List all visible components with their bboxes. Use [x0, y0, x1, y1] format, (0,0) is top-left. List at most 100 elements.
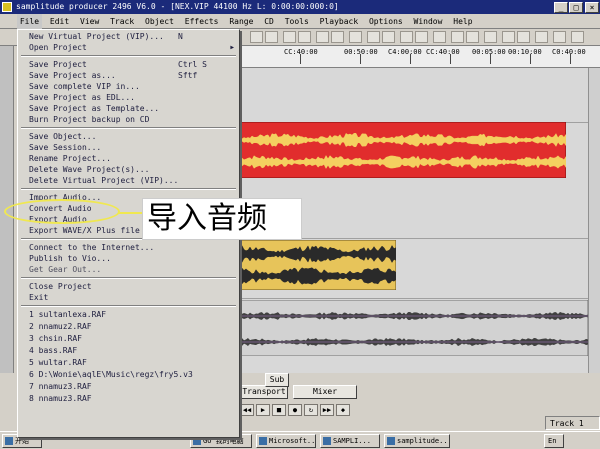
- toolbar-button-4[interactable]: [298, 31, 311, 43]
- taskbar-item[interactable]: SAMPLI...: [320, 434, 380, 448]
- toolbar-button-14[interactable]: [466, 31, 479, 43]
- menu-item-recent-7[interactable]: 7 nnamuz3.RAF: [18, 382, 239, 392]
- sub-button[interactable]: Sub: [265, 373, 289, 387]
- menu-help[interactable]: Help: [450, 14, 475, 29]
- menu-item-recent-1[interactable]: 1 sultanlexa.RAF: [18, 310, 239, 320]
- menu-file[interactable]: File: [16, 14, 43, 29]
- ruler-tick: [450, 54, 451, 64]
- ruler-label: 00:05:00: [472, 48, 506, 56]
- highlight-ellipse: [4, 199, 120, 224]
- menu-options[interactable]: Options: [366, 14, 406, 29]
- menu-item-save-complete-vip[interactable]: Save complete VIP in...: [18, 82, 239, 92]
- toolbar-button-8[interactable]: [367, 31, 380, 43]
- toolbar-button-3[interactable]: [283, 31, 296, 43]
- ruler-tick: [530, 54, 531, 64]
- menu-edit[interactable]: Edit: [47, 14, 72, 29]
- mixer-button[interactable]: Mixer: [293, 385, 357, 399]
- menu-item-recent-3[interactable]: 3 chsin.RAF: [18, 334, 239, 344]
- menu-item-recent-6[interactable]: 6 D:\Wonie\aqlE\Music\regz\fry5.v3: [18, 370, 239, 380]
- toolbar-button-7[interactable]: [349, 31, 362, 43]
- toolbar-button-12[interactable]: [433, 31, 446, 43]
- menu-item-rename-project[interactable]: Rename Project...: [18, 154, 239, 164]
- menu-separator: [21, 188, 236, 190]
- toolbar-button-20[interactable]: [571, 31, 584, 43]
- menu-cd[interactable]: CD: [261, 14, 277, 29]
- menu-object[interactable]: Object: [142, 14, 177, 29]
- menu-item-new-vip[interactable]: New Virtual Project (VIP)... N: [18, 32, 239, 42]
- toolbar-button-10[interactable]: [400, 31, 413, 43]
- menu-playback[interactable]: Playback: [317, 14, 362, 29]
- menu-item-close-project[interactable]: Close Project: [18, 282, 239, 292]
- app-icon: [387, 437, 395, 445]
- menu-item-save-project-as[interactable]: Save Project as... Sftf: [18, 71, 239, 81]
- close-button[interactable]: ×: [585, 2, 599, 13]
- toolbar-button-19[interactable]: [553, 31, 566, 43]
- time-ruler[interactable]: CC:40:00 00:50:00 C4:00:00 CC:40:00 00:0…: [240, 46, 600, 68]
- toolbar-button-17[interactable]: [517, 31, 530, 43]
- gold-clip-waveform: [240, 240, 396, 290]
- toolbar-button-9[interactable]: [382, 31, 395, 43]
- minimize-button[interactable]: _: [554, 2, 568, 13]
- menu-item-burn-backup[interactable]: Burn Project backup on CD: [18, 115, 239, 125]
- menu-view[interactable]: View: [77, 14, 102, 29]
- toolbar-button-11[interactable]: [415, 31, 428, 43]
- callout-label: 导入音频: [142, 198, 302, 240]
- menu-item-exit[interactable]: Exit: [18, 293, 239, 303]
- window-title: samplitude producer 2496 V6.0 - [NEX.VIP…: [16, 2, 339, 11]
- app-icon: [323, 437, 331, 445]
- transport-button[interactable]: Transport: [240, 385, 288, 399]
- toolbar-button-13[interactable]: [451, 31, 464, 43]
- toolbar-button-15[interactable]: [484, 31, 497, 43]
- menu-tools[interactable]: Tools: [282, 14, 312, 29]
- ruler-tick: [410, 54, 411, 64]
- menu-item-publish[interactable]: Publish to Vio...: [18, 254, 239, 264]
- toolbar-button-1[interactable]: [250, 31, 263, 43]
- menu-range[interactable]: Range: [226, 14, 256, 29]
- menu-item-open-project[interactable]: Open Project ▶: [18, 43, 239, 53]
- audio-object-gold[interactable]: [240, 240, 396, 290]
- menu-item-save-session[interactable]: Save Session...: [18, 143, 239, 153]
- menu-item-save-object[interactable]: Save Object...: [18, 132, 239, 142]
- ruler-label: CC:40:00: [426, 48, 460, 56]
- toolbar-button-18[interactable]: [535, 31, 548, 43]
- audio-object-red[interactable]: [240, 122, 566, 178]
- vertical-scrollbar[interactable]: [588, 68, 600, 373]
- menu-item-save-project[interactable]: Save Project Ctrl S: [18, 60, 239, 70]
- maximize-button[interactable]: □: [569, 2, 583, 13]
- menu-effects[interactable]: Effects: [182, 14, 222, 29]
- marker-button[interactable]: ◆: [336, 404, 350, 416]
- windows-logo-icon: [5, 437, 13, 445]
- forward-button[interactable]: ▶▶: [320, 404, 334, 416]
- ruler-tick: [570, 54, 571, 64]
- menu-separator: [21, 277, 236, 279]
- loop-button[interactable]: ↻: [304, 404, 318, 416]
- menu-bar: File Edit View Track Object Effects Rang…: [0, 14, 600, 29]
- audio-object-grey[interactable]: [240, 300, 588, 356]
- menu-item-delete-wave[interactable]: Delete Wave Project(s)...: [18, 165, 239, 175]
- menu-item-recent-4[interactable]: 4 bass.RAF: [18, 346, 239, 356]
- menu-window[interactable]: Window: [411, 14, 446, 29]
- stop-button[interactable]: ■: [272, 404, 286, 416]
- menu-item-delete-vip[interactable]: Delete Virtual Project (VIP)...: [18, 176, 239, 186]
- taskbar-item[interactable]: samplitude...: [384, 434, 450, 448]
- toolbar-button-5[interactable]: [316, 31, 329, 43]
- menu-item-recent-2[interactable]: 2 nnamuz2.RAF: [18, 322, 239, 332]
- play-button[interactable]: ▶: [256, 404, 270, 416]
- record-button[interactable]: ●: [288, 404, 302, 416]
- track-header-strip: [0, 46, 14, 406]
- taskbar-item[interactable]: Microsoft...: [256, 434, 316, 448]
- toolbar-button-2[interactable]: [265, 31, 278, 43]
- toolbar-button-16[interactable]: [502, 31, 515, 43]
- word-icon: [259, 437, 267, 445]
- menu-item-get-gear[interactable]: Get Gear Out...: [18, 265, 239, 275]
- menu-separator: [21, 305, 236, 307]
- menu-item-connect-internet[interactable]: Connect to the Internet...: [18, 243, 239, 253]
- menu-item-save-as-edl[interactable]: Save Project as EDL...: [18, 93, 239, 103]
- language-indicator[interactable]: En: [544, 434, 564, 448]
- menu-item-recent-5[interactable]: 5 wultar.RAF: [18, 358, 239, 368]
- menu-track[interactable]: Track: [107, 14, 137, 29]
- menu-item-recent-8[interactable]: 8 nnamuz3.RAF: [18, 394, 239, 404]
- menu-item-save-as-template[interactable]: Save Project as Template...: [18, 104, 239, 114]
- rewind-button[interactable]: ◀◀: [240, 404, 254, 416]
- toolbar-button-6[interactable]: [331, 31, 344, 43]
